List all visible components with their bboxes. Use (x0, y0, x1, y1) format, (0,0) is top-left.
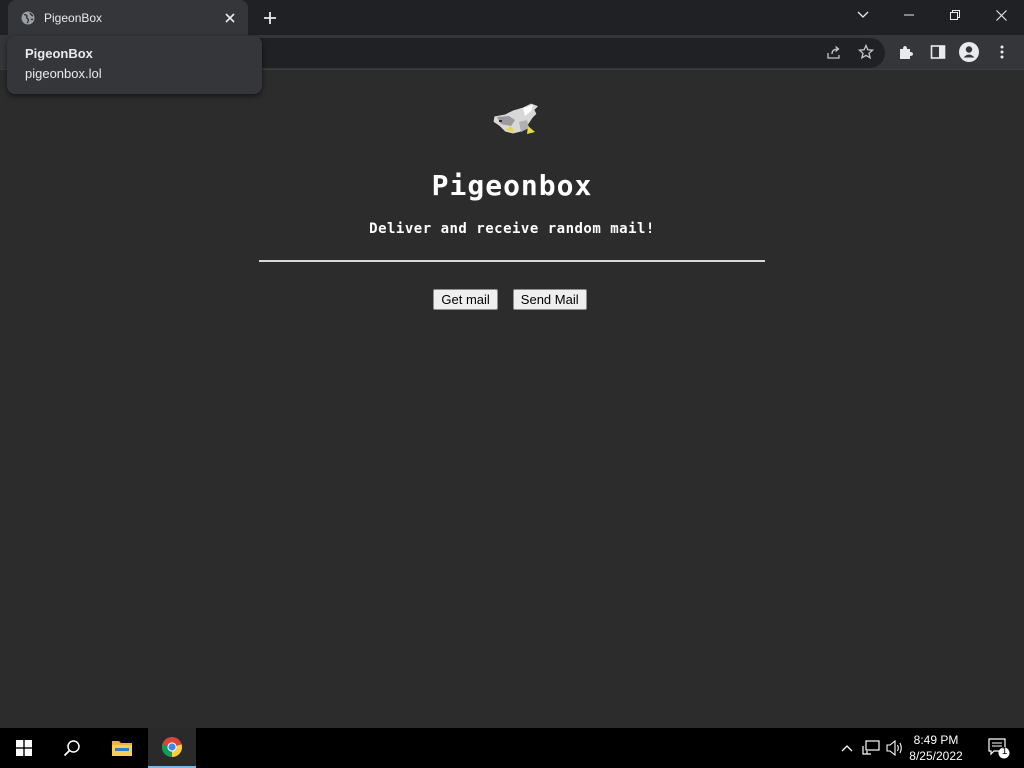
plus-icon[interactable] (259, 7, 281, 29)
window-controls (886, 0, 1024, 30)
clock-time: 8:49 PM (913, 733, 959, 747)
network-icon[interactable] (861, 728, 881, 768)
side-panel-icon[interactable] (928, 42, 948, 62)
browser-titlebar: PigeonBox (0, 0, 1024, 35)
chevron-down-icon[interactable] (852, 4, 874, 26)
hover-card-url: pigeonbox.lol (25, 66, 102, 81)
tab-title: PigeonBox (44, 10, 103, 25)
system-clock[interactable]: 8:49 PM 8/25/2022 (906, 732, 966, 764)
person-icon[interactable] (959, 42, 979, 62)
send-mail-button[interactable]: Send Mail (512, 289, 587, 310)
windows-taskbar: 8:49 PM 8/25/2022 1 (0, 728, 1024, 768)
action-buttons: Get mail Send Mail (0, 289, 1024, 310)
volume-icon[interactable] (884, 728, 906, 768)
web-page: Pigeonbox Deliver and receive random mai… (0, 71, 1024, 728)
tab-hover-card: PigeonBox pigeonbox.lol (7, 36, 262, 94)
globe-icon (21, 11, 35, 25)
windows-start-icon[interactable] (0, 728, 48, 768)
tab-pigeonbox[interactable]: PigeonBox (8, 0, 248, 35)
pigeon-icon (491, 102, 541, 140)
page-subtitle: Deliver and receive random mail! (369, 221, 655, 237)
get-mail-button[interactable]: Get mail (433, 289, 498, 310)
divider (259, 260, 765, 262)
file-explorer-icon[interactable] (98, 728, 146, 768)
hover-card-title: PigeonBox (25, 46, 93, 61)
restore-icon[interactable] (932, 0, 978, 30)
page-title: Pigeonbox (431, 169, 593, 202)
minimize-icon[interactable] (886, 0, 932, 30)
kebab-menu-icon[interactable] (992, 42, 1012, 62)
search-icon[interactable] (48, 728, 96, 768)
clock-date: 8/25/2022 (909, 749, 963, 763)
close-icon[interactable] (222, 10, 238, 26)
puzzle-icon[interactable] (896, 42, 916, 62)
window-close-icon[interactable] (978, 0, 1024, 30)
star-icon[interactable] (856, 42, 876, 62)
chrome-taskbar-icon[interactable] (148, 728, 196, 768)
chevron-up-icon[interactable] (838, 728, 856, 768)
share-icon[interactable] (824, 42, 844, 62)
notification-icon[interactable]: 1 (988, 737, 1010, 759)
notification-count: 1 (1001, 746, 1008, 757)
